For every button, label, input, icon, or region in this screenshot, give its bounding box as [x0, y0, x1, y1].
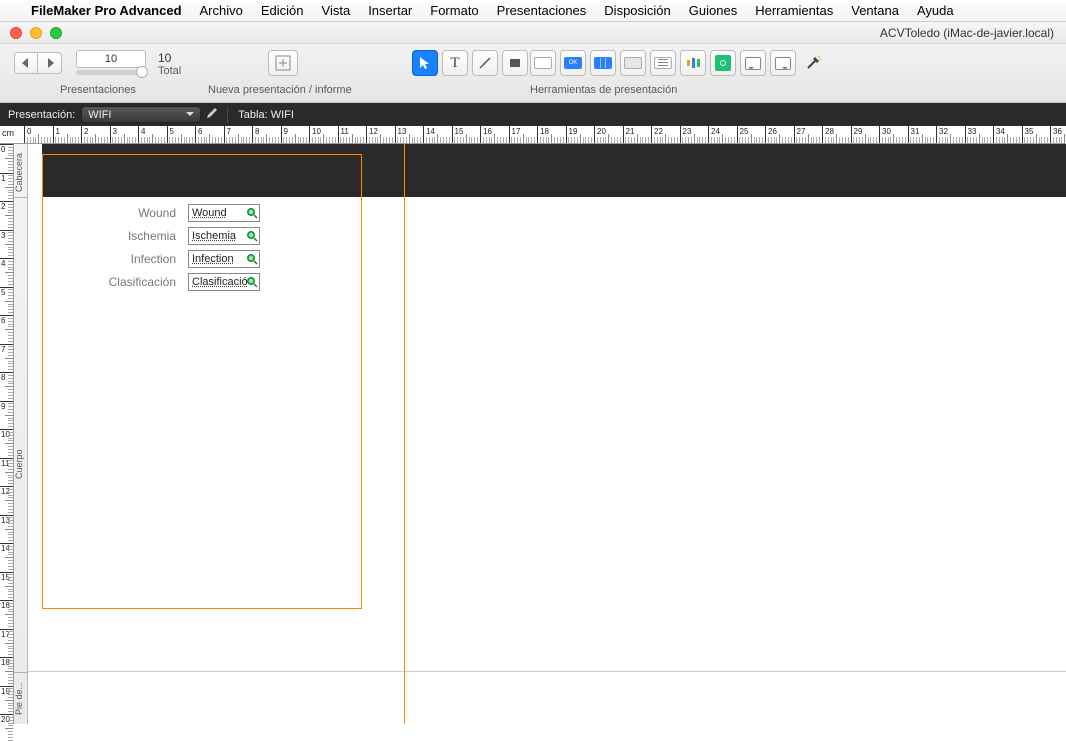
edit-layout-icon[interactable]: [201, 107, 223, 122]
menu-archivo[interactable]: Archivo: [191, 3, 252, 18]
field-row-wound: Wound Wound: [68, 204, 260, 222]
menu-presentaciones[interactable]: Presentaciones: [488, 3, 596, 18]
selection-rectangle[interactable]: [42, 154, 362, 609]
nav-forward-button[interactable]: [38, 52, 62, 74]
slider-thumb[interactable]: [136, 66, 148, 78]
field-label-infection: Infection: [68, 252, 188, 266]
field-clasificacion[interactable]: Clasificació: [188, 273, 260, 291]
menu-ayuda[interactable]: Ayuda: [908, 3, 963, 18]
lookup-icon: [246, 207, 258, 219]
menu-insertar[interactable]: Insertar: [359, 3, 421, 18]
record-slider[interactable]: 10: [76, 50, 146, 75]
field-row-infection: Infection Infection: [68, 250, 260, 268]
menu-ventana[interactable]: Ventana: [842, 3, 908, 18]
menu-edicion[interactable]: Edición: [252, 3, 313, 18]
field-wound[interactable]: Wound: [188, 204, 260, 222]
subbar-tabla-label: Tabla: WIFI: [232, 109, 294, 121]
tool-portal[interactable]: [650, 50, 676, 76]
window-titlebar: ACVToledo (iMac-de-javier.local): [0, 22, 1066, 44]
field-row-clasificacion: Clasificación Clasificació: [68, 273, 260, 291]
tool-webviewer[interactable]: [710, 50, 736, 76]
total-count: 10: [158, 51, 181, 65]
tool-tab[interactable]: [620, 50, 646, 76]
menu-guiones[interactable]: Guiones: [680, 3, 746, 18]
ruler-unit-label: cm: [2, 128, 14, 138]
part-label-footer[interactable]: Pie de...: [14, 674, 28, 722]
menu-disposicion[interactable]: Disposición: [595, 3, 679, 18]
menu-formato[interactable]: Formato: [421, 3, 487, 18]
field-label-wound: Wound: [68, 206, 188, 220]
toolbar-label-presentaciones: Presentaciones: [60, 84, 136, 96]
record-number-field[interactable]: 10: [76, 50, 146, 68]
tool-text[interactable]: T: [442, 50, 468, 76]
layout-subbar: Presentación: WIFI Tabla: WIFI: [0, 103, 1066, 126]
window-title: ACVToledo (iMac-de-javier.local): [880, 26, 1066, 40]
part-label-header[interactable]: Cabecera: [14, 148, 28, 196]
mac-menubar: FileMaker Pro Advanced Archivo Edición V…: [0, 0, 1066, 22]
field-ischemia[interactable]: Ischemia: [188, 227, 260, 245]
layout-select-value: WIFI: [88, 109, 111, 121]
total-label: Total: [158, 65, 181, 77]
field-label-clasificacion: Clasificación: [68, 275, 188, 289]
tool-line[interactable]: [472, 50, 498, 76]
field-label-ischemia: Ischemia: [68, 229, 188, 243]
zoom-window-button[interactable]: [50, 27, 62, 39]
toolbar-label-herramientas: Herramientas de presentación: [530, 84, 677, 96]
minimize-window-button[interactable]: [30, 27, 42, 39]
ruler-horizontal[interactable]: cm 0123456789101112131415161718192021222…: [0, 126, 1066, 144]
lookup-icon: [246, 276, 258, 288]
tool-format-painter[interactable]: [800, 50, 826, 76]
tool-field[interactable]: [530, 50, 556, 76]
ruler-vertical[interactable]: 01234567891011121314151617181920: [0, 144, 14, 724]
lookup-icon: [246, 230, 258, 242]
close-window-button[interactable]: [10, 27, 22, 39]
vertical-guide[interactable]: [404, 144, 405, 724]
lookup-icon: [246, 253, 258, 265]
menu-vista[interactable]: Vista: [313, 3, 360, 18]
total-block: 10 Total: [158, 51, 181, 77]
subbar-divider: [227, 107, 228, 123]
layout-toolbar: 10 10 Total Presentaciones Nueva present…: [0, 44, 1066, 103]
tool-rectangle[interactable]: [502, 50, 528, 76]
field-row-ischemia: Ischemia Ischemia: [68, 227, 260, 245]
parts-column[interactable]: Cabecera Cuerpo Pie de...: [14, 144, 28, 724]
subbar-label-presentacion: Presentación:: [0, 109, 81, 121]
tool-popover-left[interactable]: [740, 50, 766, 76]
tool-pointer[interactable]: [412, 50, 438, 76]
layout-select[interactable]: WIFI: [81, 106, 201, 123]
field-infection[interactable]: Infection: [188, 250, 260, 268]
tool-popover-right[interactable]: [770, 50, 796, 76]
nav-back-button[interactable]: [14, 52, 38, 74]
part-label-body[interactable]: Cuerpo: [14, 344, 28, 584]
toolbar-label-nueva: Nueva presentación / informe: [208, 84, 352, 96]
new-layout-button[interactable]: [268, 50, 298, 76]
footer-part[interactable]: [42, 672, 1066, 724]
menu-herramientas[interactable]: Herramientas: [746, 3, 842, 18]
layout-canvas[interactable]: Wound Wound Ischemia Ischemia Infection …: [28, 144, 1066, 724]
tool-button[interactable]: OK: [560, 50, 586, 76]
tool-buttonbar[interactable]: [590, 50, 616, 76]
menu-app[interactable]: FileMaker Pro Advanced: [22, 3, 191, 18]
tool-chart[interactable]: [680, 50, 706, 76]
